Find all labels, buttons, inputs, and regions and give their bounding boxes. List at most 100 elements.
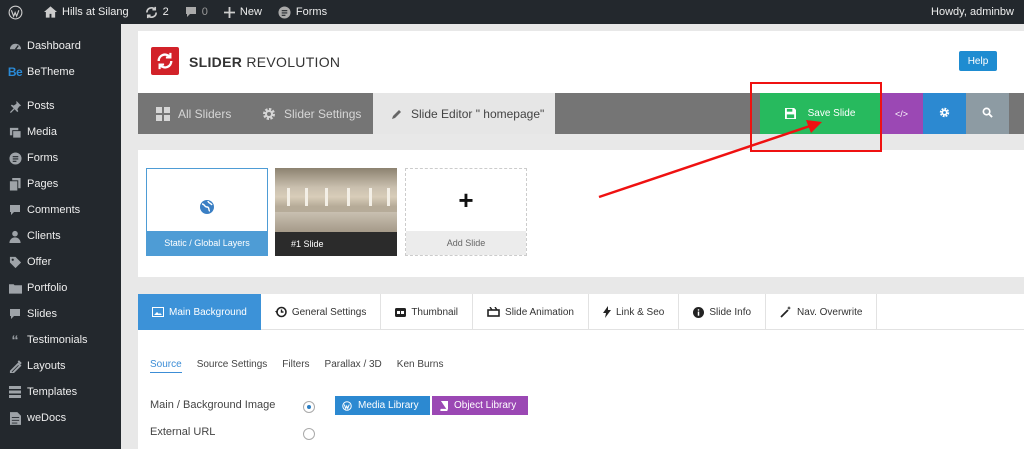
slider-settings-tab[interactable]: Slider Settings — [262, 93, 361, 134]
plus-icon — [223, 6, 235, 18]
wordpress-icon — [8, 5, 23, 20]
offer-icon — [6, 256, 24, 269]
history-icon — [274, 306, 287, 318]
tab-general-settings[interactable]: General Settings — [261, 294, 382, 330]
new-label: New — [239, 6, 262, 18]
all-sliders-tab[interactable]: All Sliders — [156, 93, 231, 134]
brand-bold: SLIDER — [189, 54, 243, 70]
tab-link-seo[interactable]: Link & Seo — [589, 294, 680, 330]
forms-label: Forms — [295, 6, 328, 18]
account-menu[interactable]: Howdy, adminbw — [923, 0, 1024, 24]
sidebar-item-label: Testimonials — [27, 334, 88, 346]
tab-label: Main Background — [169, 306, 247, 318]
layouts-icon — [6, 359, 24, 373]
sidebar-item-portfolio[interactable]: Portfolio — [0, 275, 121, 301]
tab-main-background[interactable]: Main Background — [138, 294, 261, 330]
docs-icon — [6, 411, 24, 425]
sidebar-item-clients[interactable]: Clients — [0, 223, 121, 249]
sidebar-item-betheme[interactable]: Be BeTheme — [0, 59, 121, 85]
forms-menu[interactable]: Forms — [270, 0, 335, 24]
external-url-label: External URL — [150, 426, 216, 438]
sidebar-item-dashboard[interactable]: Dashboard — [0, 33, 121, 59]
annotation-highlight-box — [750, 82, 882, 152]
main-content: SLIDER REVOLUTION Help All Sliders Slide… — [121, 24, 1024, 449]
slide-editor-label: Slide Editor " homepage" — [411, 106, 545, 121]
comment-icon — [6, 204, 24, 216]
pin-icon — [6, 100, 24, 113]
be-icon: Be — [7, 65, 23, 79]
main-background-image-label: Main / Background Image — [150, 399, 276, 411]
book-icon — [439, 400, 448, 411]
subtab-parallax-3d[interactable]: Parallax / 3D — [325, 359, 382, 373]
tab-nav-overwrite[interactable]: Nav. Overwrite — [766, 294, 878, 330]
sidebar-item-pages[interactable]: Pages — [0, 171, 121, 197]
tab-label: Slide Animation — [505, 306, 574, 318]
tab-slide-animation[interactable]: Slide Animation — [473, 294, 589, 330]
sidebar-item-label: Media — [27, 126, 57, 138]
preview-search-button[interactable] — [966, 93, 1009, 134]
settings-button[interactable] — [923, 93, 966, 134]
slider-toolbar: All Sliders Slider Settings Slide Editor… — [138, 93, 1024, 134]
sidebar-item-label: weDocs — [27, 412, 67, 424]
add-slide-card[interactable]: + Add Slide — [405, 168, 527, 256]
tab-slide-info[interactable]: Slide Info — [679, 294, 767, 330]
wp-logo-menu[interactable] — [0, 0, 36, 24]
embed-code-button[interactable]: </> — [880, 93, 923, 134]
admin-bar: Hills at Silang 2 0 New Forms Howdy, adm… — [0, 0, 1024, 24]
static-layers-card[interactable]: Static / Global Layers — [146, 168, 268, 256]
settings-gear-icon — [939, 107, 950, 121]
sidebar-item-offer[interactable]: Offer — [0, 249, 121, 275]
media-library-label: Media Library — [358, 400, 419, 411]
sidebar-item-media[interactable]: Media — [0, 119, 121, 145]
thumbnail-icon — [395, 307, 407, 317]
object-library-button[interactable]: Object Library — [432, 396, 528, 415]
static-layers-label: Static / Global Layers — [147, 231, 267, 255]
slide-1-card[interactable]: #1 Slide — [275, 168, 397, 256]
add-slide-label: Add Slide — [406, 231, 526, 255]
comment-bubble-icon — [185, 6, 197, 18]
subtab-ken-burns[interactable]: Ken Burns — [397, 359, 444, 373]
new-content-menu[interactable]: New — [216, 0, 270, 24]
sidebar-item-layouts[interactable]: Layouts — [0, 353, 121, 379]
static-layers-thumb — [147, 169, 267, 232]
subtab-source[interactable]: Source — [150, 359, 182, 373]
pages-icon — [6, 177, 24, 191]
settings-tabs: Main Background General Settings Thumbna… — [138, 294, 1024, 330]
site-name-menu[interactable]: Hills at Silang — [36, 0, 137, 24]
main-background-image-radio[interactable] — [303, 401, 315, 413]
updates-menu[interactable]: 2 — [137, 0, 177, 24]
portfolio-icon — [6, 282, 24, 294]
sidebar-item-comments[interactable]: Comments — [0, 197, 121, 223]
sidebar-item-wedocs[interactable]: weDocs — [0, 405, 121, 431]
sidebar-item-slides[interactable]: Slides — [0, 301, 121, 327]
tab-label: Link & Seo — [615, 306, 665, 318]
sidebar-item-templates[interactable]: Templates — [0, 379, 121, 405]
sidebar-item-forms[interactable]: Forms — [0, 145, 121, 171]
tab-label: Nav. Overwrite — [797, 306, 863, 318]
subtab-source-settings[interactable]: Source Settings — [197, 359, 268, 373]
external-url-radio[interactable] — [303, 428, 315, 440]
globe-icon — [199, 199, 215, 218]
clients-icon — [6, 230, 24, 243]
sidebar-item-label: Offer — [27, 256, 52, 268]
object-library-label: Object Library — [454, 400, 517, 411]
tab-label: Thumbnail — [411, 306, 459, 318]
help-button[interactable]: Help — [959, 51, 997, 71]
updates-icon — [145, 6, 158, 19]
sidebar-item-testimonials[interactable]: “ Testimonials — [0, 327, 121, 353]
brand-light: REVOLUTION — [242, 54, 341, 70]
admin-sidebar: Dashboard Be BeTheme Posts Media Forms P… — [0, 24, 121, 449]
info-icon — [693, 306, 705, 318]
tab-label: General Settings — [291, 306, 367, 318]
tab-thumbnail[interactable]: Thumbnail — [381, 294, 474, 330]
bolt-icon — [602, 306, 611, 318]
site-name: Hills at Silang — [62, 6, 129, 18]
comments-menu[interactable]: 0 — [177, 0, 216, 24]
sidebar-item-posts[interactable]: Posts — [0, 93, 121, 119]
slide-editor-tab[interactable]: Slide Editor " homepage" — [373, 93, 555, 134]
media-library-button[interactable]: Media Library — [335, 396, 430, 415]
sidebar-item-label: Forms — [27, 152, 59, 164]
slider-revolution-logo-icon — [151, 47, 179, 75]
subtab-filters[interactable]: Filters — [282, 359, 309, 373]
sidebar-item-label: BeTheme — [27, 66, 75, 78]
